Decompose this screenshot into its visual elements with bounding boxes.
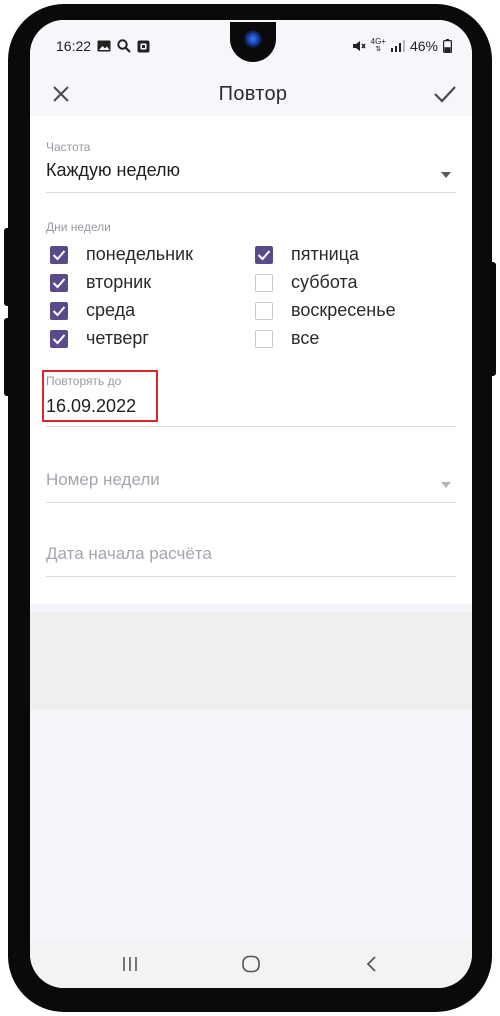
day-label: вторник — [86, 272, 152, 292]
day-label: пятница — [291, 244, 360, 264]
highlight-box — [42, 370, 158, 422]
checkbox-checked-icon — [50, 273, 68, 292]
page-title: Повтор — [218, 82, 288, 105]
calc-start-date-field[interactable]: Дата начала расчёта — [46, 544, 212, 564]
checkbox-thursday[interactable]: четверг — [50, 328, 149, 349]
battery-icon — [443, 39, 452, 53]
frequency-select[interactable]: Каждую неделю — [46, 160, 180, 181]
search-icon — [117, 39, 131, 53]
weekdays-label: Дни недели — [46, 220, 111, 234]
checkbox-all[interactable]: все — [255, 328, 319, 349]
calc-start-date-underline — [46, 576, 456, 577]
recents-icon[interactable] — [110, 949, 150, 979]
network-label: 4G+ — [370, 37, 386, 46]
app-icon — [137, 40, 150, 53]
screen: 16:22 4G+ ⇅ 46% Повтор Частота Каждую не… — [30, 20, 472, 988]
phone-frame: 16:22 4G+ ⇅ 46% Повтор Частота Каждую не… — [0, 0, 500, 1016]
signal-icon — [390, 40, 405, 52]
checkbox-sunday[interactable]: воскресенье — [255, 300, 396, 321]
week-number-select[interactable]: Номер недели — [46, 470, 160, 490]
mute-vibrate-icon — [352, 39, 366, 53]
back-icon[interactable] — [352, 949, 392, 979]
checkbox-saturday[interactable]: суббота — [255, 272, 358, 293]
frequency-underline — [46, 192, 456, 193]
battery-percent: 46% — [409, 38, 438, 54]
status-time: 16:22 — [56, 38, 92, 54]
frequency-label: Частота — [46, 140, 91, 154]
app-bar: Повтор — [30, 72, 472, 116]
image-icon — [97, 40, 111, 52]
checkbox-unchecked-icon — [255, 273, 273, 292]
checkbox-checked-icon — [50, 329, 68, 348]
check-icon[interactable] — [432, 81, 458, 107]
checkbox-checked-icon — [50, 245, 68, 264]
day-label: среда — [86, 300, 136, 320]
checkbox-checked-icon — [50, 301, 68, 320]
grey-band — [30, 612, 472, 710]
day-label: воскресенье — [291, 300, 396, 320]
checkbox-tuesday[interactable]: вторник — [50, 272, 151, 293]
checkbox-checked-icon — [255, 245, 273, 264]
checkbox-friday[interactable]: пятница — [255, 244, 359, 265]
checkbox-monday[interactable]: понедельник — [50, 244, 193, 265]
day-label: суббота — [291, 272, 358, 292]
day-label: четверг — [86, 328, 149, 348]
home-icon[interactable] — [231, 949, 271, 979]
4g-icon: 4G+ ⇅ — [370, 37, 386, 54]
week-number-underline — [46, 502, 456, 503]
close-icon[interactable] — [48, 81, 74, 107]
day-label: понедельник — [86, 244, 193, 264]
navigation-bar — [30, 940, 472, 988]
day-label: все — [291, 328, 320, 348]
chevron-down-icon[interactable] — [441, 172, 451, 178]
chevron-down-icon[interactable] — [441, 482, 451, 488]
checkbox-unchecked-icon — [255, 329, 273, 348]
checkbox-wednesday[interactable]: среда — [50, 300, 135, 321]
checkbox-unchecked-icon — [255, 301, 273, 320]
repeat-until-underline — [46, 426, 456, 427]
repeat-form: Частота Каждую неделю Дни недели понедел… — [30, 116, 472, 604]
